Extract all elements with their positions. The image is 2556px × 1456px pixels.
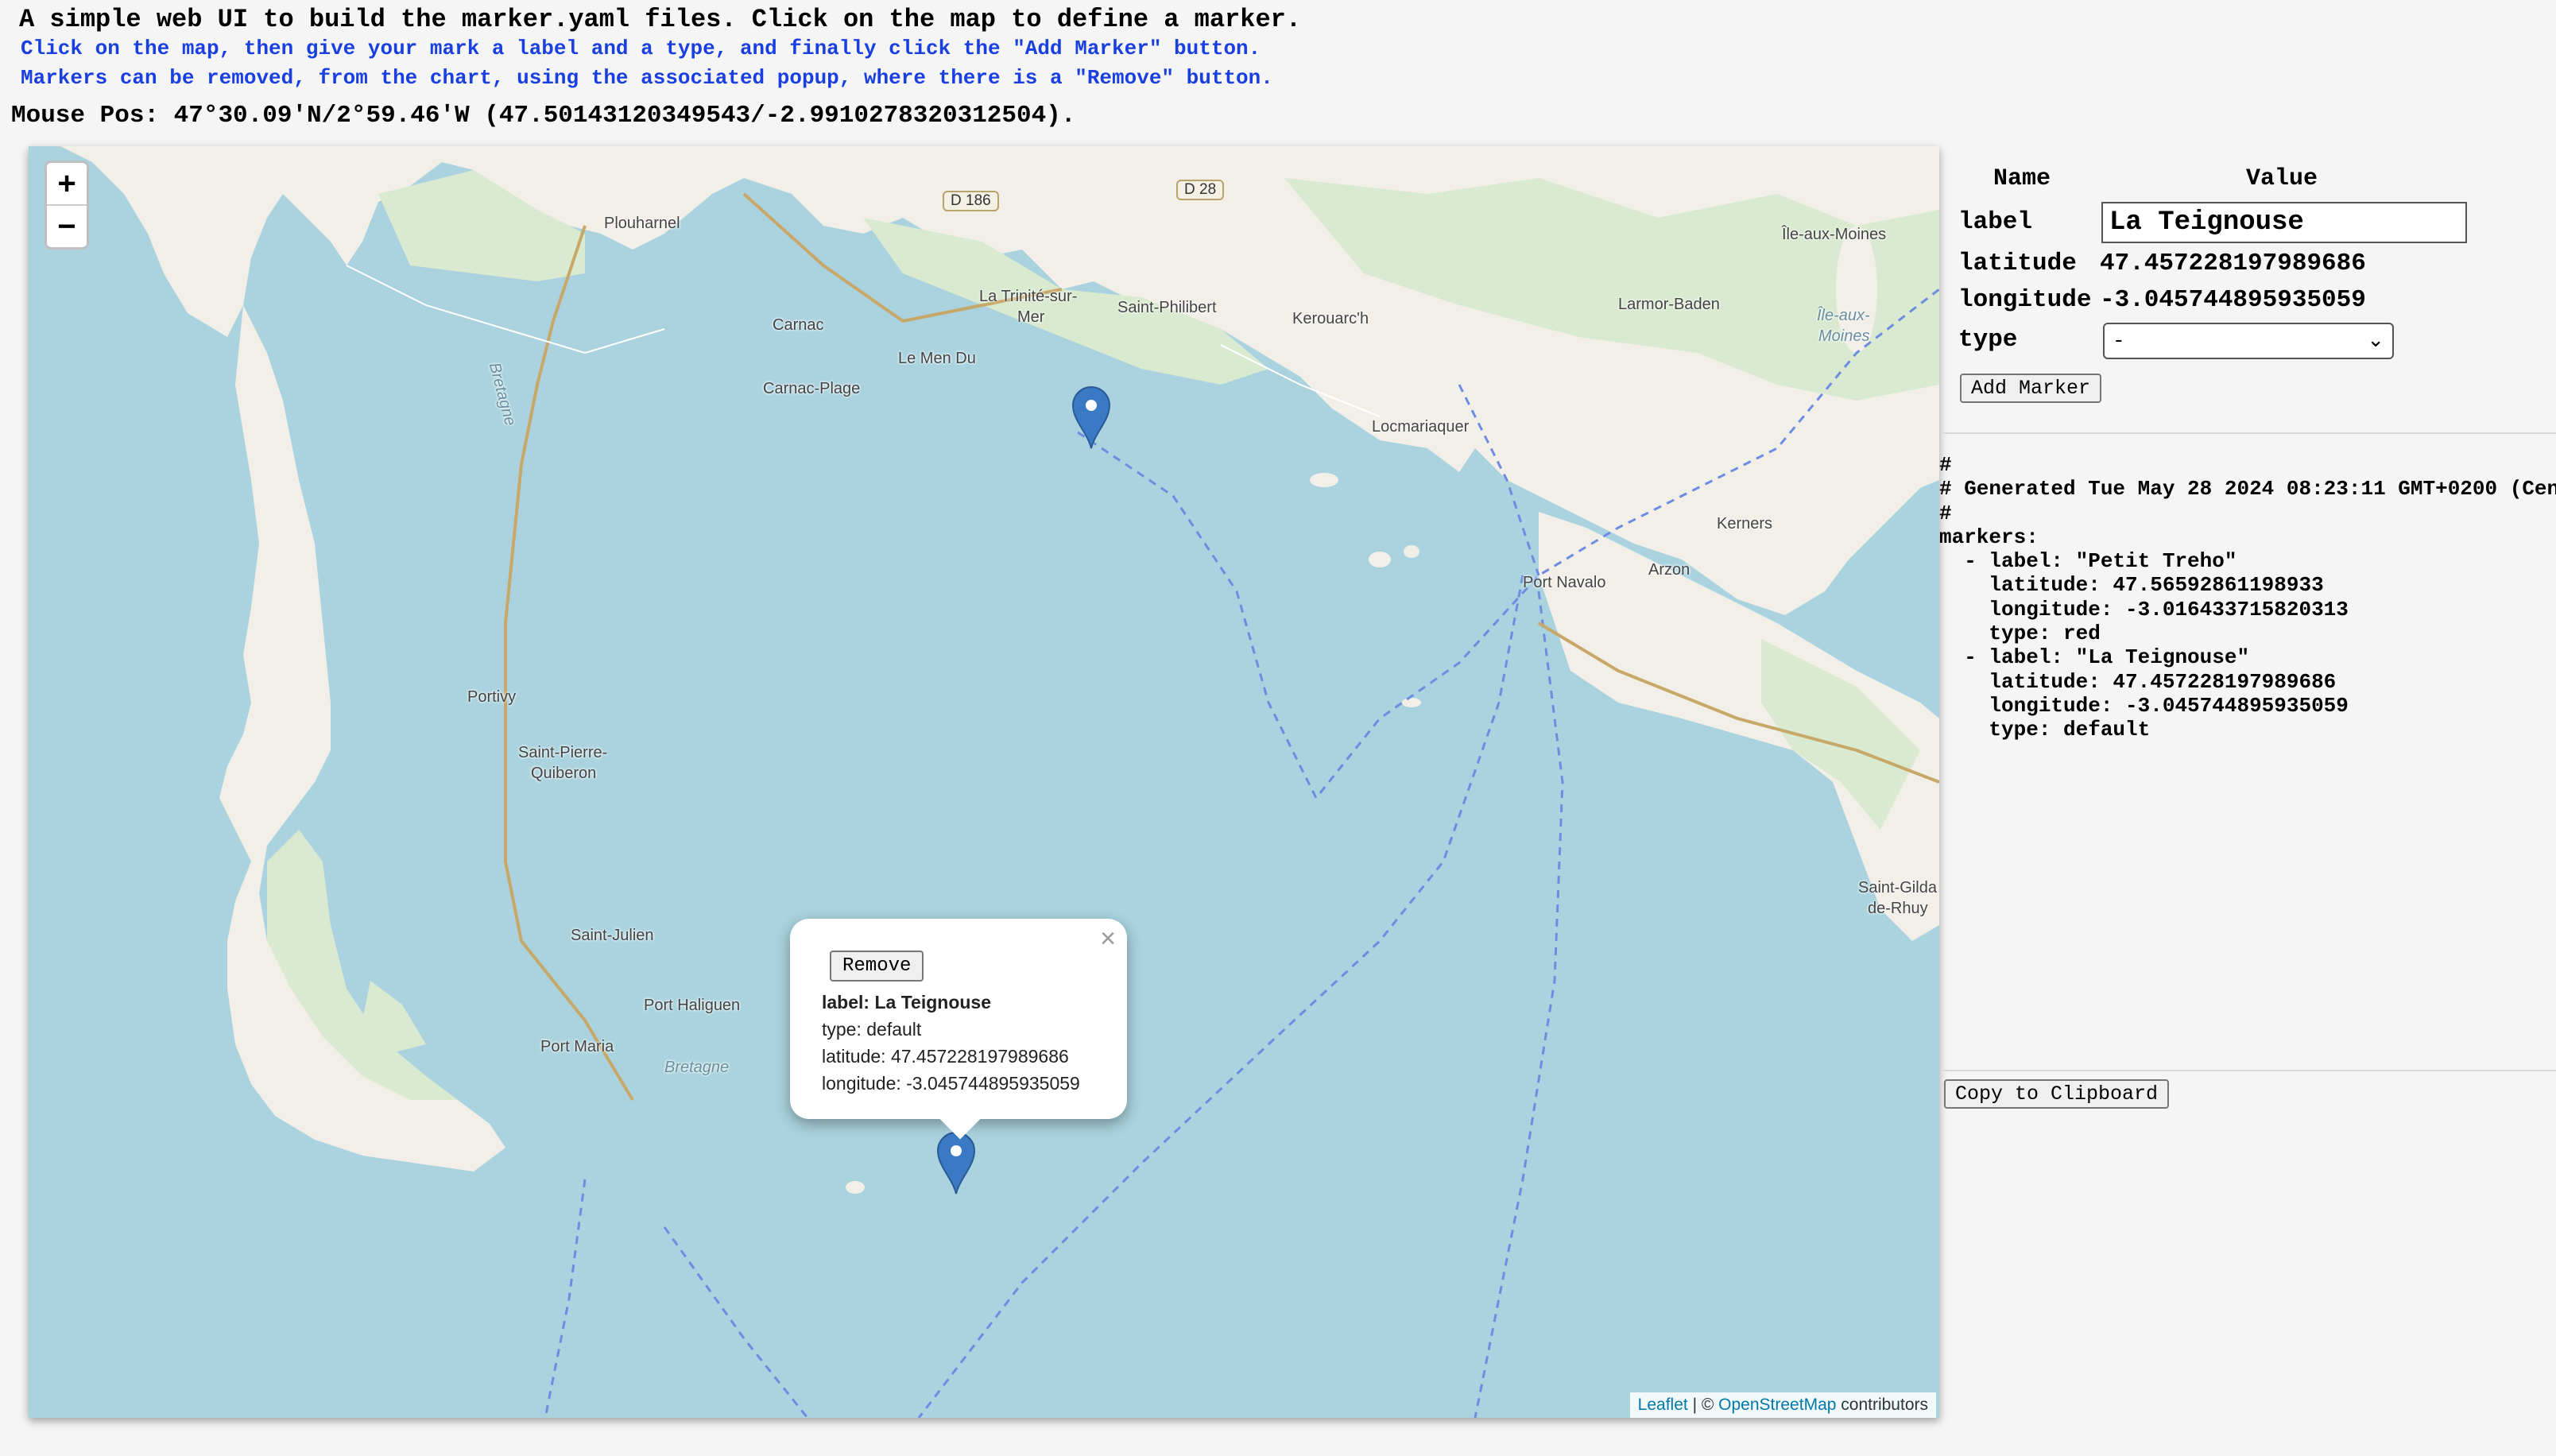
osm-link[interactable]: OpenStreetMap xyxy=(1718,1396,1836,1414)
map-marker-petit-treho[interactable] xyxy=(1071,385,1111,450)
place-arzon: Arzon xyxy=(1648,561,1690,579)
instruction-line-1: Click on the map, then give your mark a … xyxy=(21,37,1261,60)
map-canvas[interactable]: + − Plouharnel D 186 D 28 La Trinité-sur… xyxy=(29,146,1939,1418)
map-attribution: Leaflet | © OpenStreetMap contributors xyxy=(1629,1392,1936,1418)
place-plouharnel: Plouharnel xyxy=(604,215,680,232)
type-field-label: type xyxy=(1958,326,2018,354)
place-port-maria: Port Maria xyxy=(540,1038,614,1055)
yaml-output: # # Generated Tue May 28 2024 08:23:11 G… xyxy=(1939,453,2556,742)
place-ile-aux-moines-label: Île-aux- xyxy=(1817,307,1870,324)
place-saint-gildas: Saint-Gilda xyxy=(1858,879,1937,896)
divider-bottom xyxy=(1942,1070,2556,1071)
place-carnac: Carnac xyxy=(773,316,824,334)
label-input[interactable]: La Teignouse xyxy=(2101,202,2467,243)
mouse-position-readout: Mouse Pos: 47°30.09'N/2°59.46'W (47.5014… xyxy=(11,102,1076,130)
popup-latitude: latitude: 47.457228197989686 xyxy=(822,1046,1069,1067)
attribution-contributors: contributors xyxy=(1836,1396,1928,1414)
instruction-line-2: Markers can be removed, from the chart, … xyxy=(21,66,1273,90)
zoom-control: + − xyxy=(45,161,89,250)
map-tiles xyxy=(29,146,1939,1418)
place-saint-gildas-2: de-Rhuy xyxy=(1868,900,1928,917)
marker-icon xyxy=(936,1132,976,1195)
place-port-navalo: Port Navalo xyxy=(1523,574,1606,591)
place-larmor-baden: Larmor-Baden xyxy=(1618,296,1720,313)
add-marker-button[interactable]: Add Marker xyxy=(1960,374,2102,403)
place-la-trinite-2: Mer xyxy=(1017,308,1045,326)
chevron-down-icon: ⌄ xyxy=(2367,329,2384,353)
column-header-value: Value xyxy=(2246,165,2318,192)
place-ile-aux-moines-label-2: Moines xyxy=(1818,327,1870,345)
place-port-haliguen: Port Haliguen xyxy=(644,997,741,1014)
place-carnac-plage: Carnac-Plage xyxy=(763,380,861,397)
popup-label: label: La Teignouse xyxy=(822,992,991,1013)
popup-close-icon[interactable]: × xyxy=(1100,924,1116,955)
type-selected-value: - xyxy=(2113,329,2125,353)
place-ile-aux-moines: Île-aux-Moines xyxy=(1782,226,1887,243)
marker-popup: × Remove label: La Teignouse type: defau… xyxy=(790,919,1127,1140)
marker-icon xyxy=(1071,386,1111,449)
column-header-name: Name xyxy=(1993,165,2051,192)
place-saint-pierre-2: Quiberon xyxy=(531,765,597,782)
map-marker-la-teignouse[interactable] xyxy=(936,1130,976,1195)
popup-longitude: longitude: -3.045744895935059 xyxy=(822,1073,1080,1094)
road-d28: D 28 xyxy=(1176,180,1225,200)
longitude-field-label: longitude xyxy=(1958,286,2092,314)
type-select[interactable]: - ⌄ xyxy=(2103,323,2394,359)
place-kerouarch: Kerouarc'h xyxy=(1292,310,1369,327)
place-kerners: Kerners xyxy=(1717,515,1773,532)
place-saint-philibert: Saint-Philibert xyxy=(1117,299,1217,316)
copy-to-clipboard-button[interactable]: Copy to Clipboard xyxy=(1944,1079,2170,1109)
label-field-label: label xyxy=(1958,208,2033,236)
zoom-out-button[interactable]: − xyxy=(47,206,87,247)
place-bretagne-south: Bretagne xyxy=(664,1059,730,1076)
attribution-separator: | © xyxy=(1687,1396,1719,1414)
place-saint-pierre: Saint-Pierre- xyxy=(518,744,608,761)
latitude-value: 47.457228197989686 xyxy=(2100,250,2366,277)
page-title: A simple web UI to build the marker.yaml… xyxy=(19,5,1302,34)
leaflet-link[interactable]: Leaflet xyxy=(1638,1396,1688,1414)
place-portivy: Portivy xyxy=(467,688,517,706)
longitude-value: -3.045744895935059 xyxy=(2100,286,2366,314)
zoom-in-button[interactable]: + xyxy=(47,163,87,206)
divider-top xyxy=(1942,432,2556,434)
popup-type: type: default xyxy=(822,1019,922,1040)
place-saint-julien: Saint-Julien xyxy=(571,927,654,944)
remove-button[interactable]: Remove xyxy=(830,951,924,982)
place-le-men-du: Le Men Du xyxy=(898,350,976,367)
latitude-field-label: latitude xyxy=(1958,250,2077,277)
place-la-trinite: La Trinité-sur- xyxy=(979,288,1078,305)
road-d186: D 186 xyxy=(943,191,999,211)
place-locmariaquer: Locmariaquer xyxy=(1372,418,1470,436)
